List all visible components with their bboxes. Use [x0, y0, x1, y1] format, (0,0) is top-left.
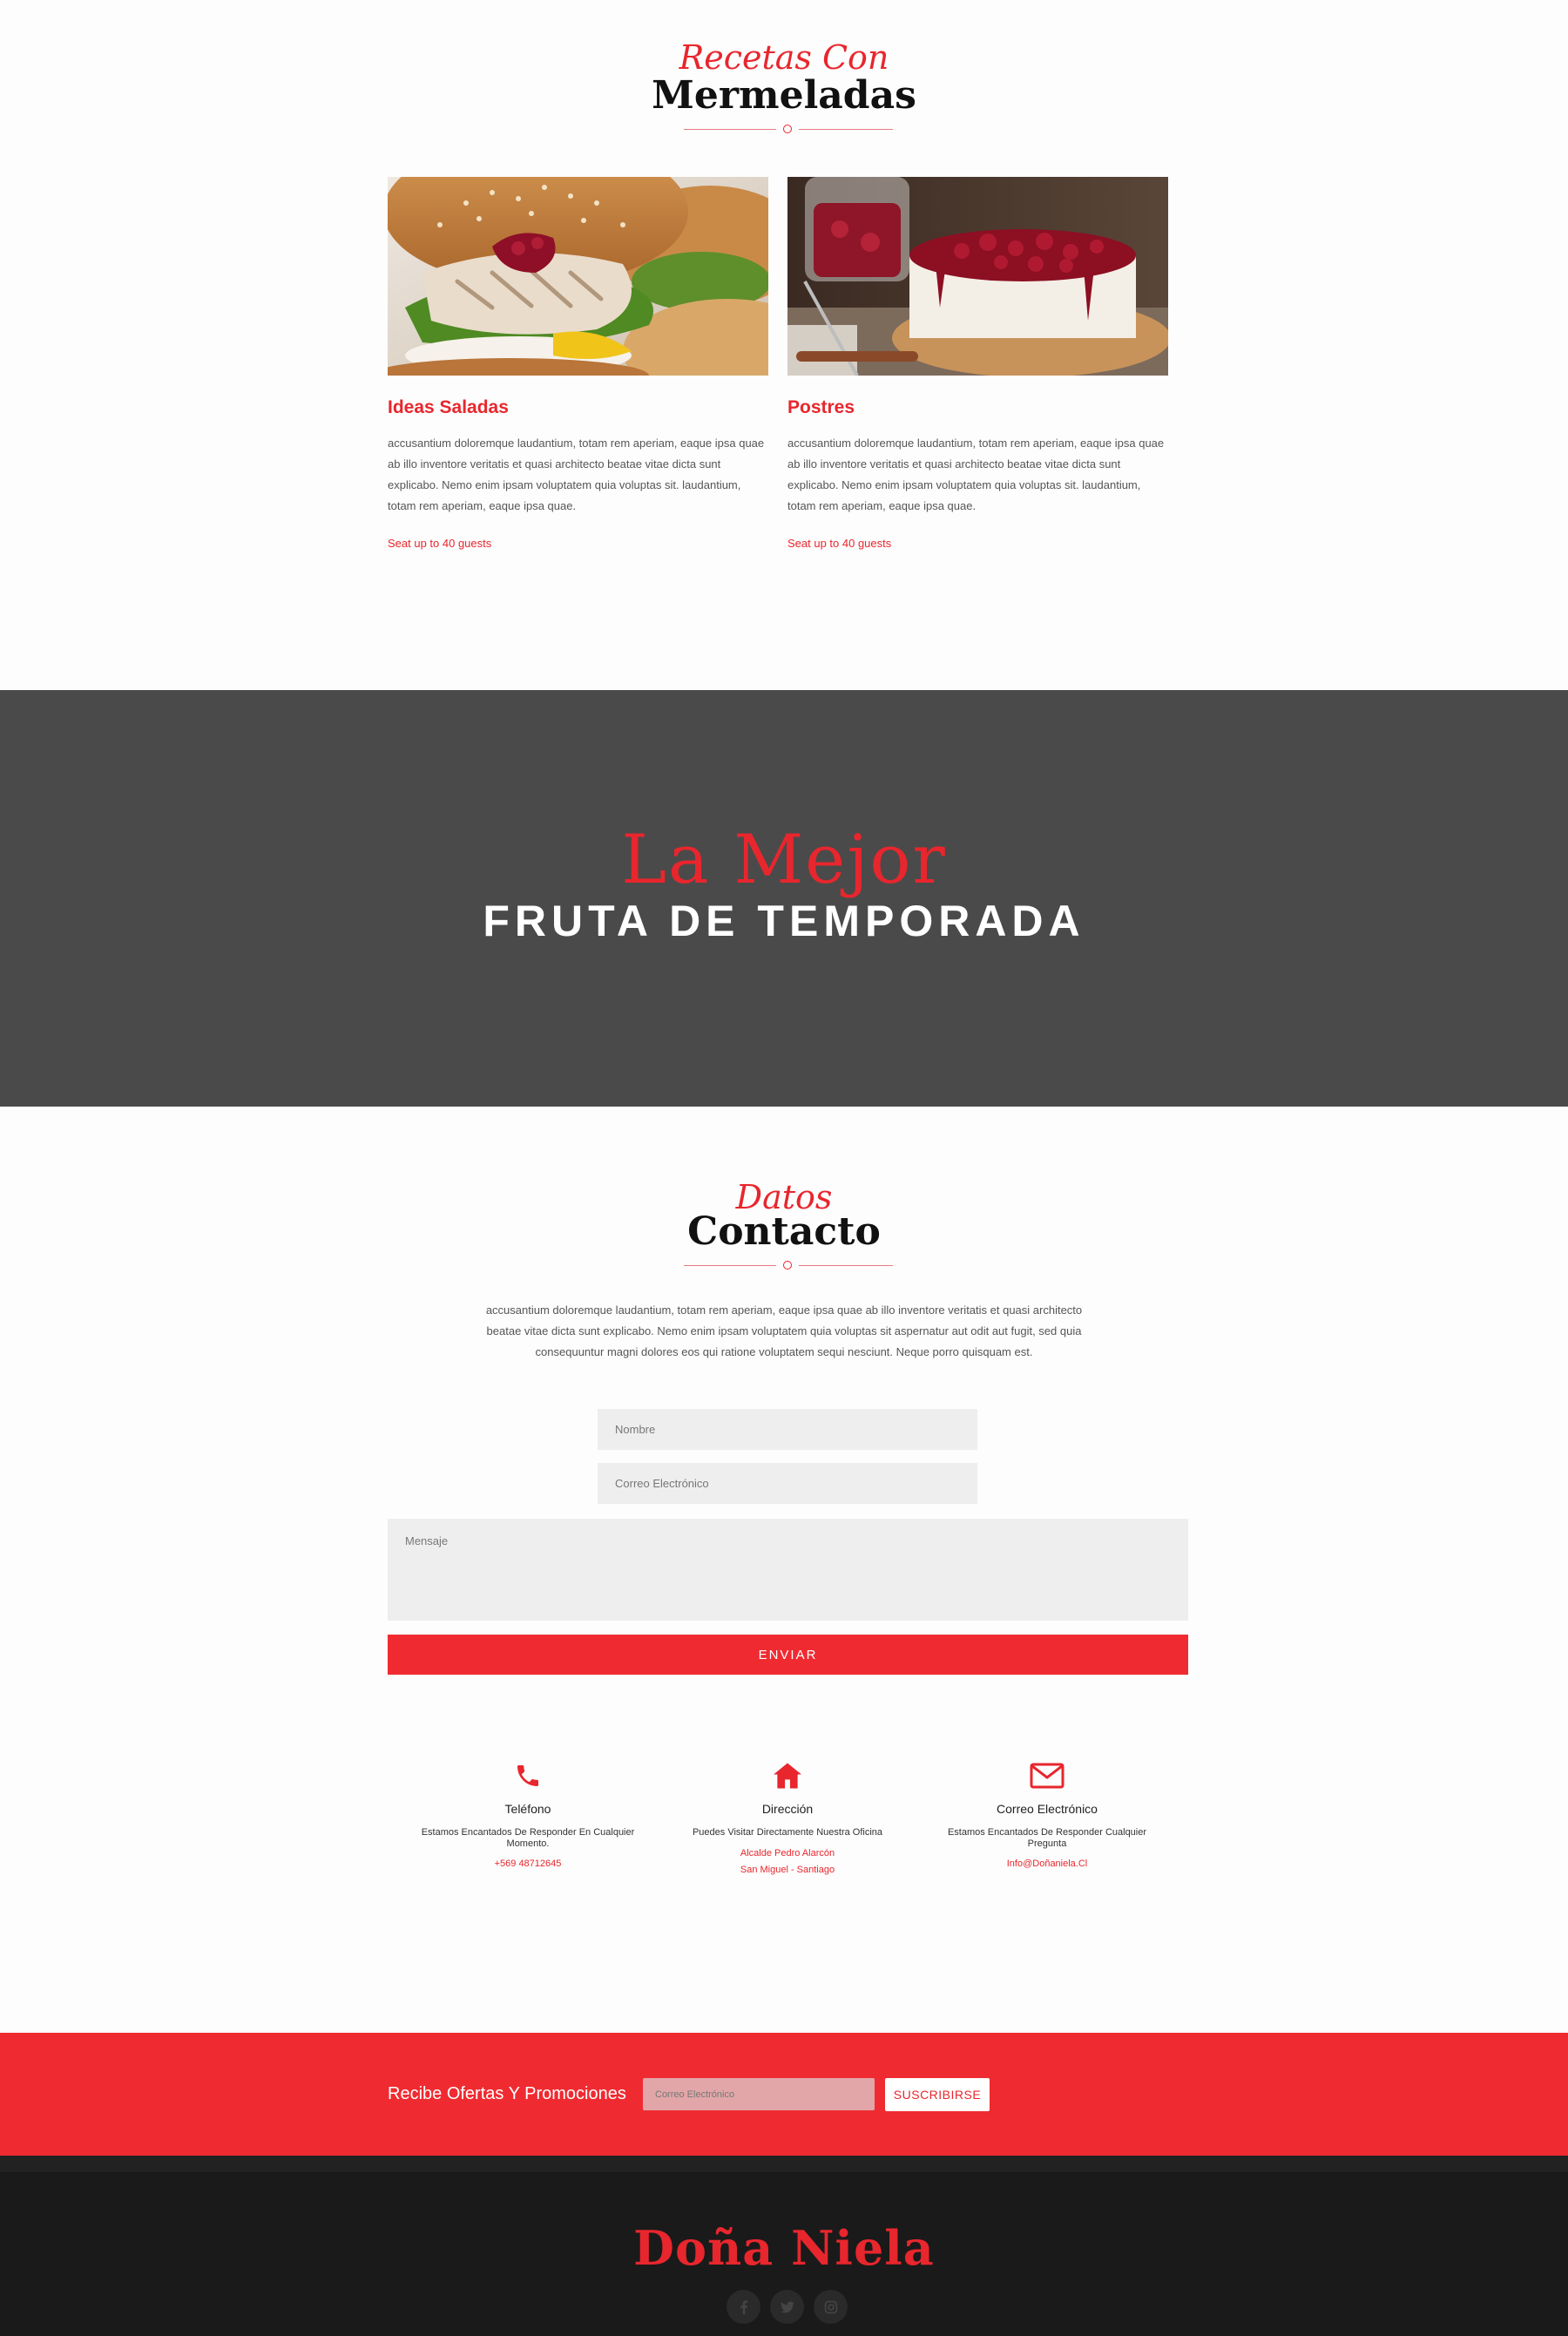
submit-button[interactable]: ENVIAR [388, 1635, 1188, 1675]
social-links [727, 2290, 848, 2324]
info-address-desc: Puedes Visitar Directamente Nuestra Ofic… [692, 1827, 883, 1838]
instagram-icon[interactable] [814, 2290, 848, 2324]
recipes-divider [684, 125, 893, 133]
email-field[interactable] [598, 1463, 977, 1504]
recipe-title-desserts: Postres [787, 397, 855, 417]
twitter-icon[interactable] [770, 2290, 804, 2324]
home-icon [674, 1760, 901, 1791]
contact-title: Contacto [687, 1209, 881, 1254]
info-address-title: Dirección [761, 1802, 814, 1816]
footer-brand-logo[interactable]: Doña Niela [0, 2220, 1568, 2276]
envelope-icon [934, 1760, 1160, 1791]
info-phone-desc: Estamos Encantados De Responder En Cualq… [421, 1827, 635, 1849]
info-address: Dirección Puedes Visitar Directamente Nu… [674, 1760, 901, 1879]
banner-script-title: La Mejor [621, 821, 947, 899]
info-address-line-2: San Miguel - Santiago [740, 1865, 835, 1875]
name-field[interactable] [598, 1409, 977, 1450]
facebook-icon[interactable] [727, 2290, 760, 2324]
info-email-value[interactable]: Info@Doñaniela.Cl [934, 1856, 1160, 1872]
recipes-section: Recetas Con Mermeladas Ideas Saladas acc… [0, 0, 1568, 690]
recipe-title-savory: Ideas Saladas [388, 397, 509, 417]
contact-section: Datos Contacto accusantium doloremque la… [0, 1107, 1568, 2033]
info-email-title: Correo Electrónico [997, 1802, 1098, 1816]
banner-caps-title: FRUTA DE TEMPORADA [483, 897, 1085, 945]
info-phone: Teléfono Estamos Encantados De Responder… [415, 1760, 641, 1872]
recipe-text-desserts: accusantium doloremque laudantium, totam… [787, 437, 1165, 512]
phone-icon [415, 1760, 641, 1791]
newsletter-label: Recibe Ofertas Y Promociones [388, 2084, 626, 2103]
recipe-text-savory: accusantium doloremque laudantium, totam… [388, 437, 765, 512]
info-email: Correo Electrónico Estamos Encantados De… [934, 1760, 1160, 1872]
info-phone-value[interactable]: +569 48712645 [415, 1856, 641, 1872]
recipe-link-desserts[interactable]: Seat up to 40 guests [787, 537, 891, 550]
recipe-image-savory [388, 177, 768, 376]
contact-intro-text: accusantium doloremque laudantium, totam… [485, 1303, 1083, 1358]
info-email-desc: Estamos Encantados De Responder Cualquie… [947, 1827, 1147, 1849]
info-phone-title: Teléfono [504, 1802, 551, 1816]
season-banner: La Mejor FRUTA DE TEMPORADA [0, 690, 1568, 1107]
recipes-script-title: Recetas Con [679, 38, 889, 77]
message-field[interactable] [388, 1519, 1188, 1621]
footer: Doña Niela [0, 2156, 1568, 2336]
contact-divider [684, 1261, 893, 1270]
recipe-link-savory[interactable]: Seat up to 40 guests [388, 537, 491, 550]
newsletter-email-input[interactable] [643, 2078, 875, 2110]
info-address-line-1: Alcalde Pedro Alarcón [740, 1848, 835, 1859]
newsletter-bar: Recibe Ofertas Y Promociones SUSCRIBIRSE [0, 2033, 1568, 2156]
recipes-title: Mermeladas [652, 73, 916, 118]
recipe-image-desserts [787, 177, 1168, 376]
subscribe-button[interactable]: SUSCRIBIRSE [885, 2078, 990, 2111]
